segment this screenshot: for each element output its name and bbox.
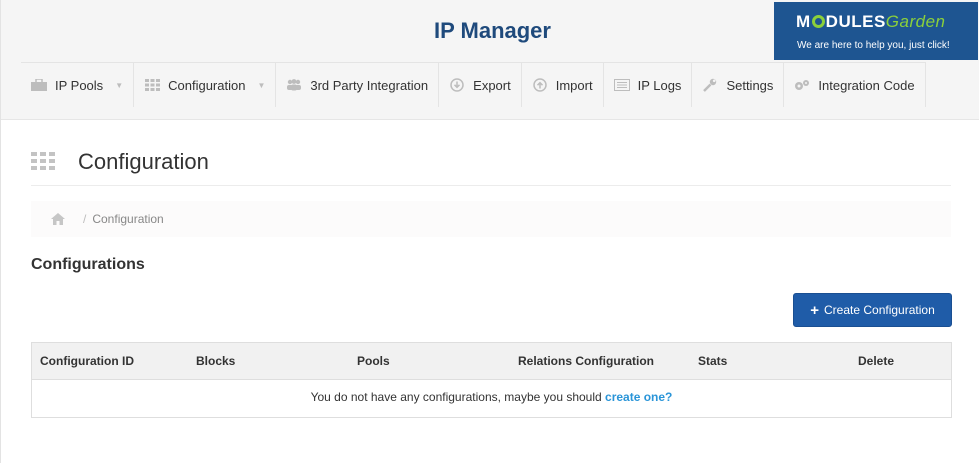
- brand-tagline: We are here to help you, just click!: [797, 40, 950, 51]
- nav-label: Settings: [726, 77, 774, 93]
- empty-text: You do not have any configurations, mayb…: [310, 390, 602, 404]
- configurations-table: Configuration ID Blocks Pools Relations …: [31, 342, 952, 418]
- upload-icon: [532, 78, 548, 92]
- page-title: Configuration: [78, 149, 209, 174]
- nav-item-ip-pools[interactable]: IP Pools ▼: [21, 63, 135, 107]
- nav-item-ip-logs[interactable]: IP Logs: [604, 63, 693, 107]
- cogs-icon: [794, 79, 810, 91]
- modulesgarden-banner[interactable]: M DULESGarden We are here to help you, ju…: [774, 2, 978, 60]
- create-one-link[interactable]: create one?: [605, 390, 672, 404]
- page-header: Configuration: [31, 146, 951, 186]
- grid-icon: [144, 79, 160, 91]
- nav-label: 3rd Party Integration: [310, 77, 429, 93]
- briefcase-icon: [31, 79, 47, 91]
- nav-item-integration-code[interactable]: Integration Code: [784, 63, 926, 107]
- brand-logo: M DULESGarden: [796, 12, 946, 31]
- column-header[interactable]: Relations Configuration: [518, 354, 654, 368]
- main-nav: IP Pools ▼ Configuration ▼ 3rd Party Int…: [21, 62, 926, 107]
- column-header[interactable]: Configuration ID: [40, 354, 134, 368]
- nav-label: Export: [473, 77, 511, 93]
- download-icon: [449, 78, 465, 92]
- nav-label: IP Pools: [55, 77, 104, 93]
- nav-label: Integration Code: [818, 77, 915, 93]
- breadcrumb-current: Configuration: [92, 212, 164, 226]
- nav-item-export[interactable]: Export: [439, 63, 522, 107]
- column-header[interactable]: Pools: [357, 354, 390, 368]
- chevron-down-icon: ▼: [115, 80, 124, 90]
- chevron-down-icon: ▼: [257, 80, 266, 90]
- breadcrumb: / Configuration: [31, 201, 951, 237]
- list-icon: [613, 79, 630, 91]
- empty-message: You do not have any configurations, mayb…: [32, 390, 951, 404]
- home-icon[interactable]: [51, 213, 65, 225]
- column-header[interactable]: Delete: [858, 354, 894, 368]
- wrench-icon: [702, 78, 718, 92]
- nav-label: Import: [555, 77, 593, 93]
- breadcrumb-separator: /: [83, 212, 87, 226]
- column-header[interactable]: Stats: [698, 354, 727, 368]
- section-title: Configurations: [31, 256, 145, 273]
- create-configuration-button[interactable]: + Create Configuration: [793, 293, 952, 327]
- plus-icon: +: [810, 301, 820, 319]
- grid-icon: [31, 152, 55, 170]
- create-configuration-label: Create Configuration: [824, 303, 935, 317]
- table-header: Configuration ID Blocks Pools Relations …: [32, 343, 951, 380]
- nav-item-import[interactable]: Import: [522, 63, 604, 107]
- nav-label: IP Logs: [637, 77, 682, 93]
- users-icon: [286, 79, 302, 91]
- nav-item-configuration[interactable]: Configuration ▼: [134, 63, 277, 107]
- nav-item-3rd-party-integration[interactable]: 3rd Party Integration: [276, 63, 440, 107]
- nav-item-settings[interactable]: Settings: [692, 63, 785, 107]
- column-header[interactable]: Blocks: [196, 354, 235, 368]
- nav-label: Configuration: [168, 77, 246, 93]
- logo-ring-icon: [811, 15, 825, 28]
